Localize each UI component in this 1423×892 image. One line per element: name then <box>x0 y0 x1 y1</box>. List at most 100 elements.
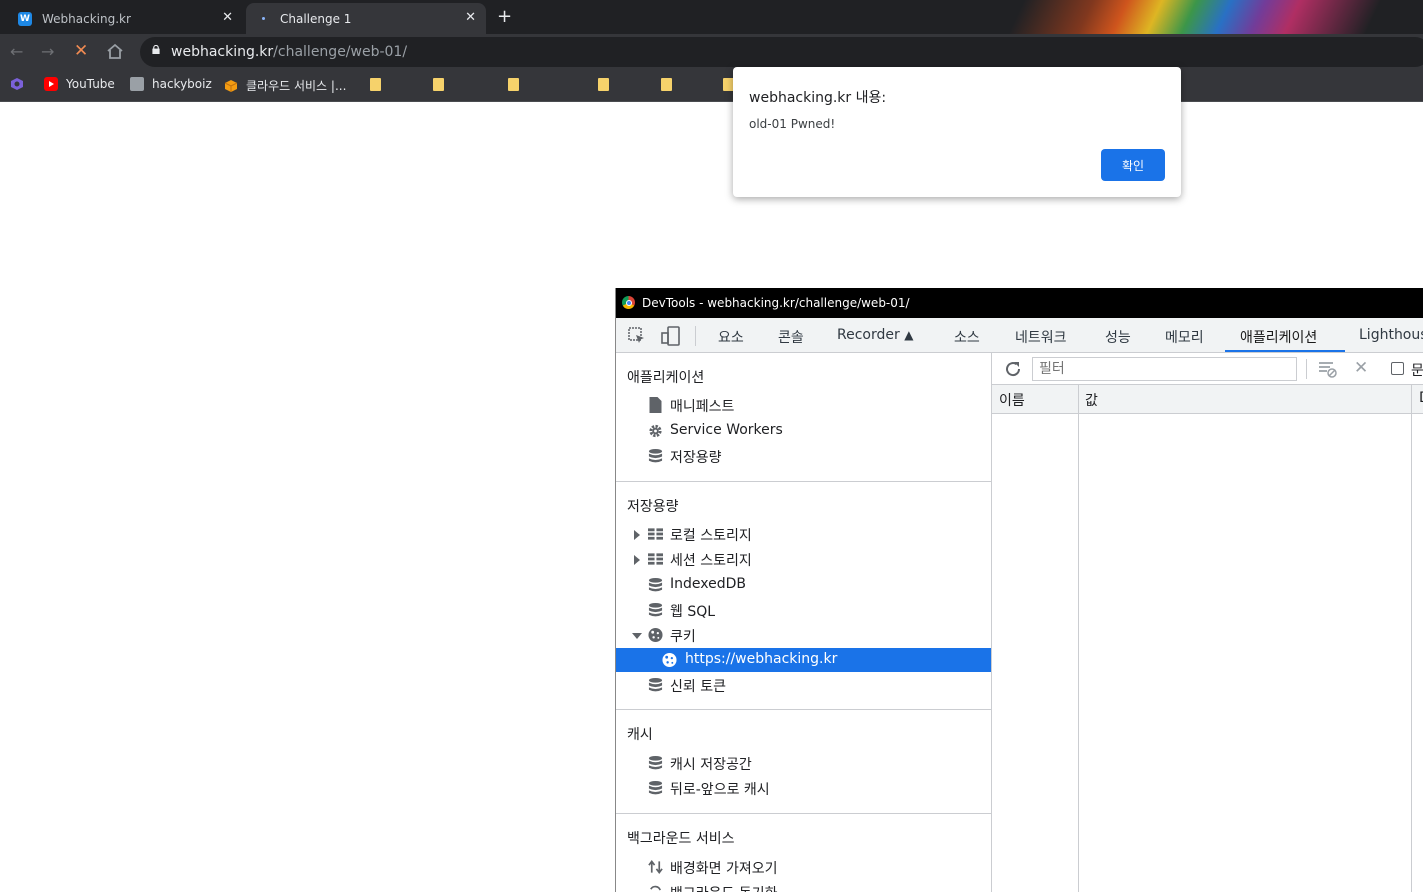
database-icon <box>648 780 663 795</box>
section-header-storage: 저장용량 <box>627 499 679 515</box>
tab-memory[interactable]: 메모리 <box>1165 327 1204 347</box>
chrome-icon <box>622 296 635 309</box>
refresh-icon[interactable] <box>1004 360 1022 378</box>
cookie-icon <box>662 652 677 668</box>
only-issues-checkbox[interactable] <box>1391 362 1404 375</box>
divider <box>1306 359 1307 379</box>
lock-icon[interactable] <box>152 45 160 54</box>
flask-icon: ▲ <box>904 328 914 342</box>
bookmark-apps[interactable] <box>10 77 32 91</box>
bookmark-folder-icon[interactable] <box>661 78 672 91</box>
back-icon[interactable]: ← <box>10 42 23 61</box>
home-icon[interactable] <box>106 43 124 60</box>
bookmark-folder-icon[interactable] <box>598 78 609 91</box>
bookmarks-bar: YouTube hackyboiz 클라우드 서비스 |... <box>0 70 1423 102</box>
sidebar-item-cache-storage[interactable]: 캐시 저장공간 <box>616 751 991 775</box>
filter-input[interactable] <box>1032 357 1297 381</box>
sidebar-item-trust-tokens[interactable]: 신뢰 토큰 <box>616 673 991 697</box>
sidebar-item-cookies[interactable]: 쿠키 <box>616 623 991 647</box>
bookmark-cloud[interactable]: 클라우드 서비스 |... <box>224 77 346 94</box>
sidebar-item-storage[interactable]: 저장용량 <box>616 444 991 468</box>
table-icon <box>648 528 663 540</box>
file-icon <box>649 397 662 413</box>
device-toolbar-icon[interactable] <box>661 326 681 346</box>
address-bar[interactable]: webhacking.kr/challenge/web-01/ <box>140 37 1423 67</box>
sidebar-item-session-storage[interactable]: 세션 스토리지 <box>616 547 991 571</box>
sidebar-item-manifest[interactable]: 매니페스트 <box>616 393 991 417</box>
column-header-name[interactable]: 이름 <box>999 390 1025 410</box>
expand-arrow-icon[interactable] <box>634 555 640 565</box>
section-header-background-services: 백그라운드 서비스 <box>627 831 735 847</box>
database-icon <box>648 602 663 617</box>
tab-lighthouse[interactable]: Lighthous <box>1359 327 1423 343</box>
divider <box>616 813 991 814</box>
tab-title: Webhacking.kr <box>42 11 131 26</box>
gear-icon <box>649 424 662 438</box>
alert-message: old-01 Pwned! <box>749 117 836 131</box>
column-header-value[interactable]: 값 <box>1085 390 1098 410</box>
sync-icon <box>650 885 661 891</box>
sidebar-item-indexeddb[interactable]: IndexedDB <box>616 573 991 597</box>
tab-webhacking[interactable]: W Webhacking.kr ✕ <box>8 3 243 34</box>
collapse-arrow-icon[interactable] <box>632 633 642 639</box>
youtube-icon <box>44 77 58 91</box>
database-icon <box>648 577 663 592</box>
bookmark-youtube[interactable]: YouTube <box>44 77 115 91</box>
sidebar-item-service-workers[interactable]: Service Workers <box>616 419 991 443</box>
fetch-arrows-icon <box>648 859 663 875</box>
clear-all-icon[interactable]: ✕ <box>1354 358 1368 378</box>
new-tab-icon[interactable]: + <box>497 6 512 27</box>
tab-recorder[interactable]: Recorder ▲ <box>837 327 913 343</box>
sidebar-item-local-storage[interactable]: 로컬 스토리지 <box>616 522 991 546</box>
column-divider[interactable] <box>1411 385 1412 892</box>
tab-application[interactable]: 애플리케이션 <box>1240 327 1317 347</box>
tab-console[interactable]: 콘솔 <box>778 327 804 347</box>
cookie-icon <box>648 627 663 643</box>
database-icon <box>648 755 663 770</box>
loading-dot-icon <box>256 12 270 26</box>
bookmark-folder-icon[interactable] <box>508 78 519 91</box>
divider <box>695 326 696 346</box>
sidebar-item-background-fetch[interactable]: 배경화면 가져오기 <box>616 855 991 879</box>
clear-filtered-icon[interactable] <box>1318 361 1338 378</box>
checkbox-label: 문 <box>1411 363 1423 379</box>
expand-arrow-icon[interactable] <box>634 530 640 540</box>
section-header-cache: 캐시 <box>627 727 653 743</box>
close-icon[interactable]: ✕ <box>222 10 233 25</box>
column-divider[interactable] <box>1078 385 1079 892</box>
sidebar-item-background-sync[interactable]: 백그라운드 동기화 <box>616 880 991 892</box>
app-icon <box>11 78 23 90</box>
forward-icon[interactable]: → <box>41 42 54 61</box>
database-icon <box>648 448 663 463</box>
inspect-icon[interactable] <box>628 327 646 345</box>
divider <box>616 481 991 482</box>
database-icon <box>648 677 663 692</box>
tab-network[interactable]: 네트워크 <box>1015 327 1067 347</box>
tab-performance[interactable]: 성능 <box>1105 327 1131 347</box>
confirm-button[interactable]: 확인 <box>1101 149 1165 181</box>
browser-toolbar: ← → ✕ webhacking.kr/challenge/web-01/ <box>0 34 1423 70</box>
stop-icon[interactable]: ✕ <box>74 41 88 61</box>
bookmark-hackyboiz[interactable]: hackyboiz <box>130 77 212 91</box>
bookmark-folder-icon[interactable] <box>370 78 381 91</box>
column-header-domain[interactable]: D <box>1419 390 1423 406</box>
bookmark-folder-icon[interactable] <box>433 78 444 91</box>
tab-challenge[interactable]: Challenge 1 ✕ <box>246 3 486 34</box>
active-tab-indicator <box>1225 350 1345 352</box>
sidebar-item-web-sql[interactable]: 웹 SQL <box>616 598 991 622</box>
devtools-tabbar: 요소 콘솔 Recorder ▲ 소스 네트워크 성능 메모리 애플리케이션 L… <box>616 318 1423 353</box>
close-icon[interactable]: ✕ <box>465 10 476 25</box>
alert-dialog: webhacking.kr 내용: old-01 Pwned! 확인 <box>733 67 1181 197</box>
tab-strip: W Webhacking.kr ✕ Challenge 1 ✕ + <box>0 0 1423 34</box>
tab-sources[interactable]: 소스 <box>954 327 980 347</box>
devtools-titlebar: DevTools - webhacking.kr/challenge/web-0… <box>616 288 1423 318</box>
tab-elements[interactable]: 요소 <box>718 327 744 347</box>
sidebar-item-cookie-webhacking[interactable]: https://webhacking.kr <box>616 648 991 672</box>
section-header-application: 애플리케이션 <box>627 370 705 386</box>
sidebar-item-bfcache[interactable]: 뒤로-앞으로 캐시 <box>616 776 991 800</box>
theme-background <box>863 0 1423 34</box>
cookies-table-header: 이름 값 D <box>992 385 1423 414</box>
cube-icon <box>224 79 238 92</box>
cookies-toolbar: ✕ 문 <box>992 353 1423 385</box>
url-text: webhacking.kr/challenge/web-01/ <box>171 44 408 60</box>
